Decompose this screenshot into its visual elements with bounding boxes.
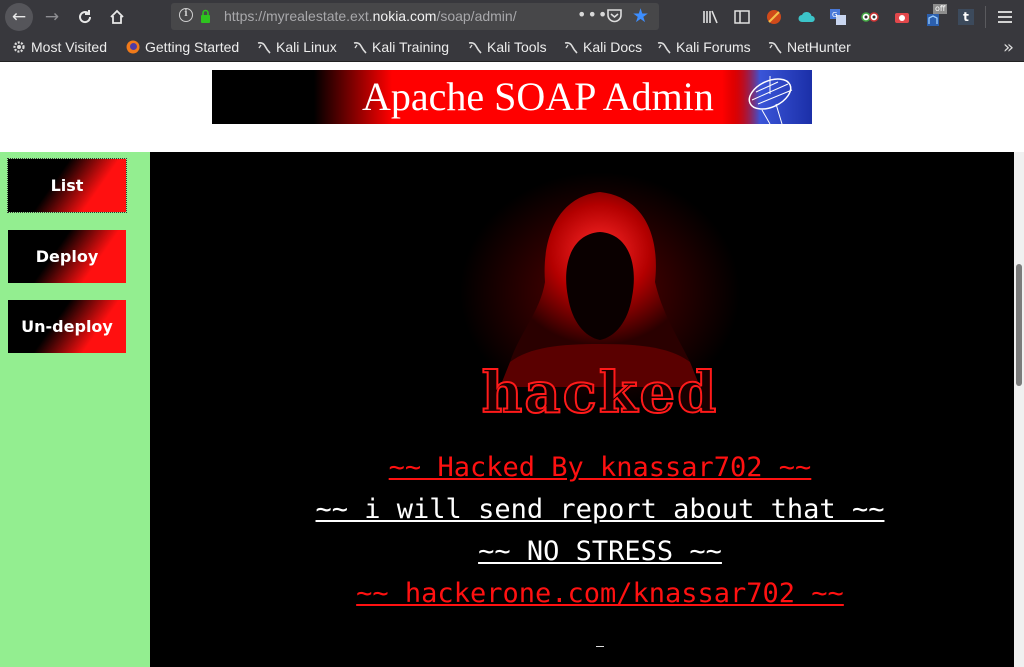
sidebar-item-label: Un-deploy (21, 317, 113, 336)
firefox-icon (126, 40, 140, 54)
arrow-left-icon: ← (11, 7, 27, 27)
bookmark-label: Kali Linux (276, 39, 337, 55)
browser-toolbar: ← → i https://myrealestate.ext.nokia.com… (0, 0, 1024, 34)
message-hackerone-link[interactable]: ~~ hackerone.com/knassar702 ~~ (150, 578, 1014, 609)
banner-title: Apache SOAP Admin (362, 74, 714, 119)
bookmark-label: Most Visited (31, 39, 107, 55)
page-actions-icon[interactable]: ••• (577, 5, 608, 24)
bookmark-kali-linux[interactable]: Kali Linux (257, 39, 337, 55)
sidebar-item-deploy[interactable]: Deploy (8, 230, 126, 283)
header-banner: Apache SOAP Admin (212, 70, 812, 124)
bookmarks-bar: Most Visited Getting Started Kali Linux … (0, 34, 1024, 62)
addon-cloud-icon[interactable] (798, 8, 816, 26)
addon-tumblr-icon[interactable]: t (957, 8, 975, 26)
message-no-stress[interactable]: ~~ NO STRESS ~~ (150, 536, 1014, 567)
bookmark-label: Getting Started (145, 39, 240, 55)
sidebar: List Deploy Un-deploy (0, 152, 150, 667)
kali-icon (564, 40, 578, 54)
main-content: hacked ~~ Hacked By knassar702 ~~ ~~ i w… (150, 152, 1014, 667)
bookmark-getting-started[interactable]: Getting Started (126, 39, 239, 55)
addon-noscript-icon[interactable] (765, 8, 783, 26)
kali-icon (257, 40, 271, 54)
art-text: hacked (482, 360, 719, 426)
home-button[interactable] (103, 3, 131, 31)
bookmark-label: Kali Forums (676, 39, 751, 55)
satellite-dish-icon (732, 70, 812, 124)
bookmark-label: Kali Training (372, 39, 450, 55)
back-button[interactable]: ← (5, 3, 33, 31)
text-cursor (596, 646, 604, 647)
addon-wappalyzer-icon[interactable] (861, 8, 879, 26)
reload-icon (79, 10, 92, 24)
library-icon[interactable] (702, 8, 720, 26)
addon-translate-icon[interactable]: G (829, 8, 847, 26)
url-text[interactable]: https://myrealestate.ext.nokia.com/soap/… (224, 8, 559, 24)
bookmark-star-icon[interactable]: ★ (632, 5, 649, 27)
kali-icon (353, 40, 367, 54)
bookmark-label: Kali Docs (583, 39, 643, 55)
kali-icon (468, 40, 482, 54)
bookmark-kali-training[interactable]: Kali Training (353, 39, 449, 55)
svg-text:G: G (832, 11, 837, 19)
bookmark-label: NetHunter (787, 39, 851, 55)
url-bar[interactable]: i https://myrealestate.ext.nokia.com/soa… (171, 3, 659, 30)
arrow-right-icon: → (44, 7, 60, 27)
page-scrollbar[interactable] (1014, 152, 1024, 667)
kali-icon (768, 40, 782, 54)
pocket-icon[interactable] (607, 9, 622, 23)
info-icon[interactable]: i (179, 8, 193, 22)
home-icon (110, 9, 124, 24)
url-domain: nokia.com (372, 8, 437, 24)
bookmark-kali-tools[interactable]: Kali Tools (468, 39, 547, 55)
hamburger-menu-icon[interactable] (996, 8, 1014, 26)
url-path: /soap/admin/ (436, 8, 517, 24)
web-page: Apache SOAP Admin List Deploy Un-deploy (0, 62, 1024, 667)
message-report[interactable]: ~~ i will send report about that ~~ (150, 494, 1014, 525)
scrollbar-thumb[interactable] (1016, 264, 1022, 386)
bookmark-nethunter[interactable]: NetHunter (768, 39, 851, 55)
sidebar-item-label: List (50, 176, 84, 195)
bookmark-most-visited[interactable]: Most Visited (12, 39, 107, 55)
url-prefix: https://myrealestate.ext. (224, 8, 373, 24)
bookmark-kali-forums[interactable]: Kali Forums (657, 39, 751, 55)
forward-button[interactable]: → (38, 3, 66, 31)
sidebar-item-undeploy[interactable]: Un-deploy (8, 300, 126, 353)
sidebar-toggle-icon[interactable] (733, 8, 751, 26)
reload-button[interactable] (71, 3, 99, 31)
lock-icon[interactable] (200, 9, 211, 23)
addon-proxy-icon[interactable]: off (925, 4, 949, 30)
bookmark-label: Kali Tools (487, 39, 547, 55)
chevron-double-right-icon[interactable]: » (1003, 37, 1014, 58)
sidebar-item-list[interactable]: List (7, 158, 127, 213)
hooded-hacker-image: hacked (460, 172, 740, 427)
toolbar-divider (985, 6, 986, 28)
bookmark-kali-docs[interactable]: Kali Docs (564, 39, 642, 55)
addon-letter: t (958, 9, 974, 25)
sidebar-item-label: Deploy (35, 247, 99, 266)
addon-badge: off (933, 4, 948, 14)
gear-icon (12, 40, 26, 54)
message-hacked-by[interactable]: ~~ Hacked By knassar702 ~~ (150, 452, 1014, 483)
kali-icon (657, 40, 671, 54)
addon-screenshot-icon[interactable] (893, 8, 911, 26)
